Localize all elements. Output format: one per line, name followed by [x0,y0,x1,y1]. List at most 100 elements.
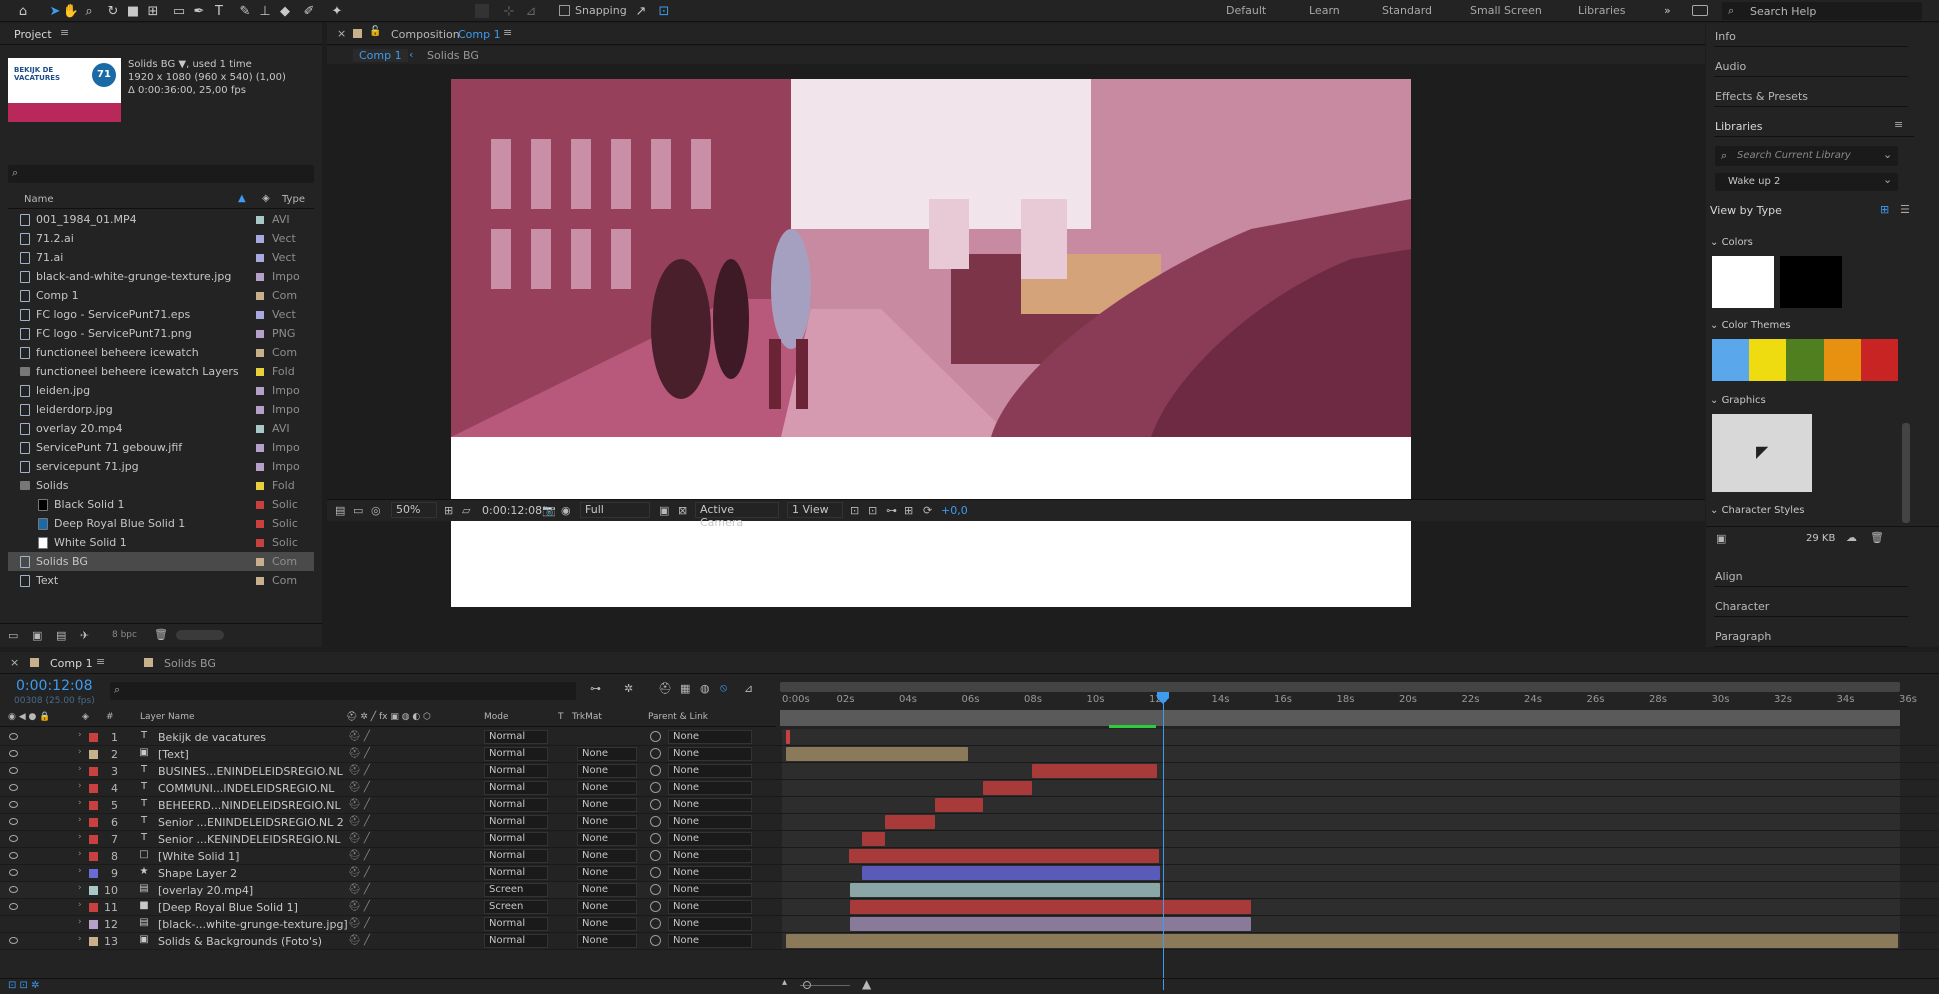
pickwhip-icon[interactable] [650,799,661,810]
project-item[interactable]: Black Solid 1 Solic [8,495,314,514]
layer-duration-bar[interactable] [862,832,885,846]
pen-tool-icon[interactable]: ✒ [190,2,208,20]
label-swatch[interactable] [256,481,264,490]
show-channel-icon[interactable]: ◉ [561,504,571,517]
rectangle-tool-icon[interactable]: ▭ [170,2,188,20]
panel-menu-icon[interactable]: ≡ [1894,118,1903,131]
roto-brush-tool-icon[interactable]: ✐ [300,2,318,20]
parent-select[interactable]: None [668,917,752,931]
character-styles-section[interactable]: ⌄ Character Styles [1710,505,1804,516]
hand-tool-icon[interactable]: ✋ [62,2,80,20]
twirl-icon[interactable]: › [78,900,82,910]
twirl-icon[interactable]: › [78,934,82,944]
colors-section[interactable]: ⌄ Colors [1710,237,1753,248]
blend-mode-select[interactable]: Normal [484,798,548,812]
cloud-icon[interactable]: ☁ [1846,531,1857,544]
project-item[interactable]: FC logo - ServicePunt71.png PNG [8,324,314,343]
layer-label-swatch[interactable] [89,920,98,929]
project-item[interactable]: 71.ai Vect [8,248,314,267]
zoom-slider-knob[interactable] [803,981,811,989]
pickwhip-icon[interactable] [650,765,661,776]
layer-duration-bar[interactable] [786,934,1898,948]
layer-name[interactable]: [Text] [158,748,189,761]
layer-label-swatch[interactable] [89,886,98,895]
twirl-icon[interactable]: › [78,747,82,757]
layer-name[interactable]: Solids & Backgrounds (Foto's) [158,935,322,948]
axis-mode-icon[interactable] [475,4,489,18]
layer-name[interactable]: BEHEERD...NINDELEIDSREGIO.NL [158,799,341,812]
visibility-icon[interactable] [9,818,18,825]
layer-duration-bar[interactable] [935,798,983,812]
label-swatch[interactable] [256,443,264,452]
type-tool-icon[interactable]: T [210,2,228,20]
magnification-select[interactable]: 50% [391,502,437,518]
project-item[interactable]: Solids Fold [8,476,314,495]
layer-row[interactable]: › 4 T COMMUNI...INDELEIDSREGIO.NL ⛑ ╱ Normal N… [0,780,1939,797]
blend-mode-select[interactable]: Normal [484,917,548,931]
layer-row[interactable]: › 13 ▣ Solids & Backgrounds (Foto's) ⛑ ╱ Norm… [0,933,1939,950]
twirl-icon[interactable]: › [78,883,82,893]
project-item[interactable]: overlay 20.mp4 AVI [8,419,314,438]
twirl-icon[interactable]: › [78,832,82,842]
layer-label-swatch[interactable] [89,784,98,793]
comp-name[interactable]: Comp 1 [458,28,501,41]
layer-name[interactable]: Shape Layer 2 [158,867,237,880]
track-matte-select[interactable]: None [577,866,637,880]
lock-icon[interactable]: 🔓 [369,26,381,37]
twirl-icon[interactable]: › [78,798,82,808]
workspace-default[interactable]: Default [1226,4,1266,17]
snapping-checkbox[interactable] [559,5,570,16]
library-select[interactable]: Wake up 2 ⌄ [1715,173,1898,191]
layer-switches[interactable]: ⛑ ╱ [348,816,370,827]
project-item[interactable]: Comp 1 Com [8,286,314,305]
visibility-icon[interactable] [9,733,18,740]
align-panel-tab[interactable]: Align [1714,563,1908,587]
type-column-header[interactable]: Type [282,194,305,205]
twirl-icon[interactable]: › [78,764,82,774]
layer-switches[interactable]: ⛑ ╱ [348,901,370,912]
label-swatch[interactable] [256,500,264,509]
layer-duration-bar[interactable] [983,781,1032,795]
layer-name[interactable]: [White Solid 1] [158,850,239,863]
mask-icon[interactable]: ▱ [462,504,470,517]
layer-switches[interactable]: ⛑ ╱ [348,833,370,844]
label-swatch[interactable] [256,291,264,300]
project-item[interactable]: Solids BG Com [8,552,314,571]
library-search-input[interactable]: ⌕ Search Current Library ⌄ [1715,146,1898,166]
new-folder-icon[interactable]: ▣ [32,629,42,642]
breadcrumb-comp1[interactable]: Comp 1 [353,49,408,62]
pickwhip-icon[interactable] [650,782,661,793]
label-swatch[interactable] [256,386,264,395]
layer-name[interactable]: [Deep Royal Blue Solid 1] [158,901,298,914]
parent-select[interactable]: None [668,747,752,761]
visibility-icon[interactable] [9,852,18,859]
visibility-icon[interactable] [9,886,18,893]
project-item[interactable]: White Solid 1 Solic [8,533,314,552]
track-matte-select[interactable]: None [577,900,637,914]
parent-select[interactable]: None [668,934,752,948]
layer-switches[interactable]: ⛑ ╱ [348,918,370,929]
fast-preview-icon[interactable]: ⊡ [868,504,877,517]
project-item[interactable]: 71.2.ai Vect [8,229,314,248]
interpret-footage-icon[interactable]: ▭ [8,629,18,642]
blend-mode-select[interactable]: Normal [484,866,548,880]
name-column-header[interactable]: Name [24,194,54,205]
layer-duration-bar[interactable] [885,815,935,829]
current-time-indicator[interactable] [1163,694,1164,990]
layer-duration-bar[interactable] [862,866,1160,880]
zoom-tool-icon[interactable]: ⌕ [80,2,98,20]
layer-switches[interactable]: ⛑ ╱ [348,850,370,861]
sync-settings-icon[interactable] [1692,5,1708,16]
region-icon[interactable]: ▣ [659,504,669,517]
track-matte-select[interactable]: None [577,764,637,778]
view-layout-select[interactable]: 1 View [787,502,843,518]
visibility-icon[interactable] [9,869,18,876]
project-search-input[interactable]: ⌕ [8,165,314,183]
puppet-pin-tool-icon[interactable]: ✦ [328,2,346,20]
label-column-icon[interactable]: ◈ [262,193,270,204]
effects-presets-panel-tab[interactable]: Effects & Presets [1714,83,1908,107]
layer-label-swatch[interactable] [89,937,98,946]
layer-row[interactable]: › 3 T BUSINES...ENINDELEIDSREGIO.NL ⛑ ╱ Norma… [0,763,1939,780]
pickwhip-icon[interactable] [650,867,661,878]
layer-label-swatch[interactable] [89,852,98,861]
